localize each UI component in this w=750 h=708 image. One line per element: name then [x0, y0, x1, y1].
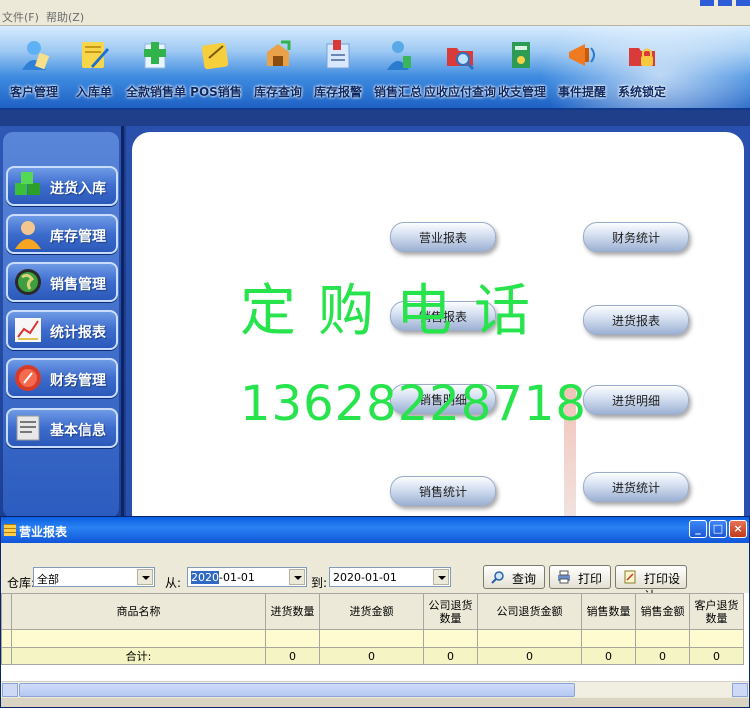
- from-date-picker[interactable]: 2020-01-01: [187, 567, 307, 587]
- finance-icon: [505, 38, 539, 72]
- maximize-button[interactable]: □: [709, 520, 727, 538]
- reminder-icon: [565, 38, 599, 72]
- total-cell: 0: [581, 647, 636, 665]
- total-row: 合计: 0 0 0 0 0 0 0: [1, 647, 744, 665]
- toolbar-ar-ap-button[interactable]: 应收应付查询: [424, 30, 496, 106]
- minimize-button[interactable]: _: [689, 520, 707, 538]
- sidebar-item-basic-info[interactable]: 基本信息: [6, 408, 118, 448]
- maximize-ghost-button[interactable]: [718, 0, 732, 6]
- inventory-query-icon: [261, 38, 295, 72]
- menu-file[interactable]: 文件(F): [2, 9, 39, 25]
- cubes-icon: [12, 171, 44, 201]
- total-cell: 0: [423, 647, 478, 665]
- report-grid: 商品名称 进货数量 进货金额 公司退货数量 公司退货金额 销售数量 销售金额 客…: [1, 593, 749, 681]
- sales-summary-icon: [381, 38, 415, 72]
- query-button[interactable]: 查询: [483, 565, 545, 589]
- sales-report-button[interactable]: 销售报表: [390, 301, 496, 331]
- column-header[interactable]: 商品名称: [11, 593, 266, 630]
- toolbar-lock-button[interactable]: 系统锁定: [610, 30, 674, 106]
- scroll-thumb[interactable]: [19, 683, 575, 697]
- grid-icon: [4, 524, 16, 536]
- column-header[interactable]: 客户退货数量: [689, 593, 744, 630]
- total-cell: 0: [477, 647, 582, 665]
- column-header[interactable]: 销售数量: [581, 593, 636, 630]
- to-date-picker[interactable]: 2020-01-01: [329, 567, 451, 587]
- dialog-titlebar[interactable]: 营业报表 _ □ ×: [1, 517, 749, 543]
- total-cell: 0: [319, 647, 424, 665]
- toolbar-sales-summary-button[interactable]: 销售汇总: [366, 30, 430, 106]
- sidebar-item-purchase[interactable]: 进货入库: [6, 166, 118, 206]
- finance-stats-button[interactable]: 财务统计: [583, 222, 689, 252]
- lock-icon: [625, 38, 659, 72]
- table-row[interactable]: [1, 629, 744, 648]
- sidebar-item-inventory[interactable]: 库存管理: [6, 214, 118, 254]
- column-header[interactable]: 公司退货数量: [423, 593, 478, 630]
- ar-ap-icon: [443, 38, 477, 72]
- column-header[interactable]: 进货数量: [265, 593, 320, 630]
- toolbar-pos-button[interactable]: POS销售: [184, 30, 248, 106]
- coin-icon: [12, 363, 44, 393]
- total-cell: 0: [635, 647, 690, 665]
- warehouse-label: 仓库:: [7, 576, 36, 590]
- column-header[interactable]: 进货金额: [319, 593, 424, 630]
- column-header[interactable]: 公司退货金额: [477, 593, 582, 630]
- notebook-icon: [12, 413, 44, 443]
- column-header[interactable]: 销售金额: [635, 593, 690, 630]
- chevron-down-icon[interactable]: [433, 569, 449, 585]
- status-bar: [1, 698, 749, 707]
- sidebar-item-finance[interactable]: 财务管理: [6, 358, 118, 398]
- inventory-alarm-icon: [321, 38, 355, 72]
- search-icon: [491, 571, 504, 584]
- chevron-down-icon[interactable]: [137, 569, 153, 585]
- left-nav-panel: 进货入库 库存管理 销售管理 统计报表 财务管理 基本信息: [0, 126, 124, 521]
- sales-stats-button[interactable]: 销售统计: [390, 476, 496, 506]
- close-button[interactable]: ×: [729, 520, 747, 538]
- total-cell: 0: [265, 647, 320, 665]
- full-sales-icon: [139, 38, 173, 72]
- decorative-stripe: [564, 388, 576, 518]
- total-label: 合计:: [11, 647, 266, 665]
- toolbar-stock-in-button[interactable]: 入库单: [62, 30, 126, 106]
- business-report-dialog: 营业报表 _ □ × 仓库: 全部 从: 2020-01-01 到: 2020-…: [0, 516, 750, 708]
- close-ghost-button[interactable]: [736, 0, 750, 6]
- globe-icon: [12, 267, 44, 297]
- grid-header-row: 商品名称 进货数量 进货金额 公司退货数量 公司退货金额 销售数量 销售金额 客…: [1, 593, 744, 630]
- scroll-left-icon[interactable]: [2, 683, 18, 697]
- menu-bar: 文件(F) 帮助(Z): [0, 0, 750, 26]
- stock-in-icon: [77, 38, 111, 72]
- customer-icon: [17, 38, 51, 72]
- scroll-right-icon[interactable]: [732, 683, 748, 697]
- pos-icon: [199, 38, 233, 72]
- main-toolbar: 客户管理 入库单 全款销售单 POS销售 库存查询 库存报警 销售汇总 应收应付…: [0, 26, 750, 110]
- menu-help[interactable]: 帮助(Z): [46, 9, 84, 25]
- total-cell: 0: [689, 647, 744, 665]
- chevron-down-icon[interactable]: [289, 569, 305, 585]
- person-icon: [12, 219, 44, 249]
- from-label: 从:: [165, 576, 182, 590]
- horizontal-scrollbar[interactable]: [1, 681, 749, 697]
- warehouse-select[interactable]: 全部: [33, 567, 155, 587]
- print-design-button[interactable]: 打印设计: [615, 565, 687, 603]
- dialog-title: 营业报表: [19, 525, 68, 539]
- sales-detail-button[interactable]: 销售明细: [390, 384, 496, 414]
- purchase-stats-button[interactable]: 进货统计: [583, 472, 689, 502]
- purchase-report-button[interactable]: 进货报表: [583, 305, 689, 335]
- minimize-ghost-button[interactable]: [700, 0, 714, 6]
- sidebar-item-reports[interactable]: 统计报表: [6, 310, 118, 350]
- to-label: 到:: [311, 576, 328, 590]
- print-button[interactable]: 打印: [549, 565, 611, 589]
- sidebar-item-sales[interactable]: 销售管理: [6, 262, 118, 302]
- business-report-button[interactable]: 营业报表: [390, 222, 496, 252]
- printer-icon: [558, 570, 570, 584]
- purchase-detail-button[interactable]: 进货明细: [583, 385, 689, 415]
- design-icon: [624, 570, 636, 584]
- chart-icon: [12, 315, 44, 345]
